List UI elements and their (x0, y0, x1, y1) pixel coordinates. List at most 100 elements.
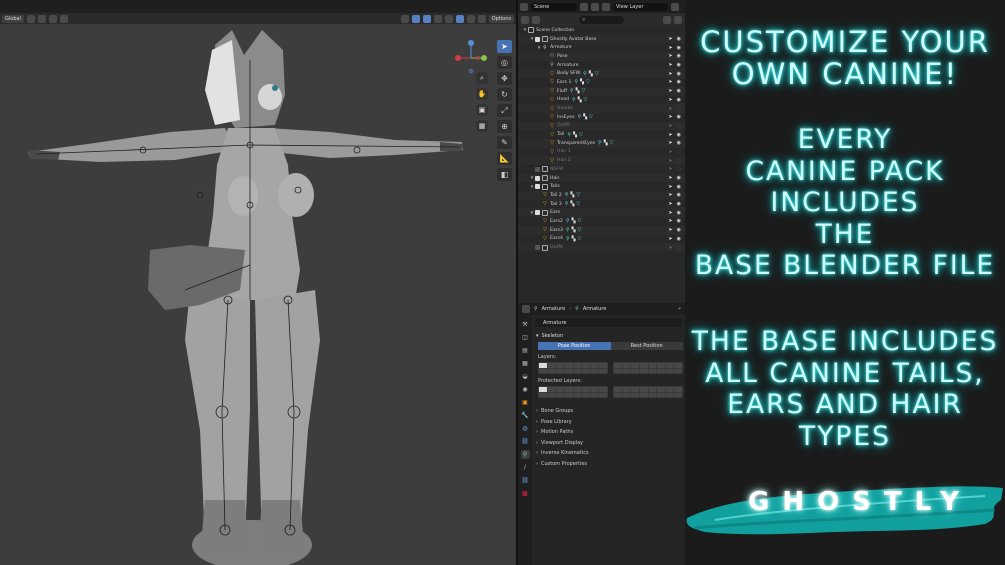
outliner-row[interactable]: ▽ Hoodie ➤ ◌ (518, 104, 685, 113)
outliner-row[interactable]: ▽ Head ⚲ ▚ ▽ ➤ ◉ (518, 96, 685, 105)
camera-view-icon[interactable]: ▣ (476, 104, 488, 116)
select-toggle-icon[interactable]: ➤ (668, 218, 672, 224)
outliner-row[interactable]: ▾ ⚲ Armature ➤ ◉ (518, 43, 685, 52)
eye-icon[interactable]: ◉ (677, 88, 681, 94)
bone-layers-grid[interactable] (538, 362, 685, 374)
select-toggle-icon[interactable]: ➤ (668, 45, 672, 51)
mesh-data-icon[interactable]: ▽ (586, 79, 590, 85)
render-tab-icon[interactable]: ◫ (521, 333, 530, 342)
eye-icon[interactable]: ◉ (677, 192, 681, 198)
transform-icon[interactable]: ⊕ (497, 120, 512, 133)
outliner-row[interactable]: ▽ Ears3 ⚲ ▚ ▽ ➤ ◉ (518, 225, 685, 235)
vertex-groups-icon[interactable]: ▚ (580, 79, 584, 85)
eye-icon[interactable]: ◉ (677, 227, 681, 233)
select-toggle-icon[interactable]: ➤ (668, 149, 672, 155)
armature-modifier-icon[interactable]: ⚲ (583, 71, 587, 77)
vertex-groups-icon[interactable]: ▚ (572, 236, 576, 242)
panel-header[interactable]: › Pose Library (532, 417, 685, 428)
eye-icon[interactable]: ◉ (677, 114, 681, 120)
outliner-row[interactable]: ▽ Fluff ⚲ ▚ ▽ ➤ ◉ (518, 86, 685, 96)
outliner-row[interactable]: ▽ Ears2 ⚲ ▚ ▽ ➤ ◉ (518, 217, 685, 226)
armature-modifier-icon[interactable]: ⚲ (566, 227, 570, 233)
vertex-groups-icon[interactable]: ▚ (578, 97, 582, 103)
mesh-data-icon[interactable]: ▽ (577, 236, 581, 242)
select-toggle-icon[interactable]: ➤ (668, 114, 672, 120)
armature-modifier-icon[interactable]: ⚲ (572, 97, 576, 103)
panel-header[interactable]: › Custom Properties (532, 459, 685, 470)
armature-modifier-icon[interactable]: ⚲ (567, 132, 571, 138)
armature-modifier-icon[interactable]: ⚲ (566, 236, 570, 242)
eye-icon[interactable]: ◉ (677, 97, 681, 103)
mesh-data-icon[interactable]: ▽ (579, 132, 583, 138)
outliner-row[interactable]: ▽ Tail ⚲ ▚ ▽ ➤ ◉ (518, 130, 685, 139)
eye-icon[interactable]: ◉ (677, 218, 681, 224)
outliner-row[interactable]: ▽ Ears4 ⚲ ▚ ▽ ➤ ◉ (518, 235, 685, 244)
outliner-row[interactable]: ▽ Hair 1 ➤ ◌ (518, 148, 685, 157)
vertex-groups-icon[interactable]: ▚ (583, 114, 587, 120)
outliner-row[interactable]: ▽ Tail 3 ⚲ ▚ ▽ ➤ ◉ (518, 200, 685, 209)
armature-modifier-icon[interactable]: ⚲ (566, 218, 570, 224)
layer-block-left[interactable] (538, 362, 608, 374)
exclude-checkbox[interactable] (535, 184, 540, 190)
armature-modifier-icon[interactable]: ⚲ (570, 88, 574, 94)
mesh-data-icon[interactable]: ▽ (582, 88, 586, 94)
texture-tab-icon[interactable]: ▩ (521, 489, 530, 498)
outliner-row[interactable]: ▾ Hair ➤ ◉ (518, 173, 685, 183)
armature-modifier-icon[interactable]: ⚲ (565, 192, 569, 198)
outliner-row[interactable]: ▾ Ghostly Avatar Base ➤ ◉ (518, 34, 685, 44)
eye-hidden-icon[interactable]: ◌ (677, 166, 681, 172)
select-toggle-icon[interactable]: ➤ (668, 79, 672, 85)
mesh-data-icon[interactable]: ▽ (577, 218, 581, 224)
view-layer-icon[interactable] (602, 2, 610, 11)
eye-icon[interactable]: ◉ (677, 45, 681, 51)
outliner-row[interactable]: Outfit ➤ ◌ (518, 243, 685, 252)
eye-hidden-icon[interactable]: ◌ (677, 158, 681, 164)
world-tab-icon[interactable]: ◉ (521, 385, 530, 394)
measure-icon[interactable]: 📐 (497, 152, 512, 165)
scale-icon[interactable]: ⤢ (497, 104, 512, 117)
exclude-checkbox[interactable] (535, 166, 540, 172)
eye-icon[interactable]: ◉ (677, 53, 681, 59)
mesh-data-icon[interactable]: ▽ (595, 71, 599, 77)
select-toggle-icon[interactable]: ➤ (668, 227, 672, 233)
select-toggle-icon[interactable]: ➤ (668, 71, 672, 77)
new-scene-icon[interactable] (580, 2, 588, 11)
outliner-row[interactable]: ▽ Hair 2 ➤ ◌ (518, 156, 685, 165)
outliner-row[interactable]: ▽ Outfit ➤ ◌ (518, 121, 685, 131)
eye-icon[interactable]: ◉ (677, 132, 681, 138)
modifier-tab-icon[interactable]: 🔧 (521, 411, 530, 420)
eye-hidden-icon[interactable]: ◌ (677, 245, 681, 251)
eye-hidden-icon[interactable]: ◌ (677, 123, 681, 129)
view-layer-tab-icon[interactable]: ▦ (521, 359, 530, 368)
select-toggle-icon[interactable]: ➤ (668, 97, 672, 103)
eye-icon[interactable]: ◉ (677, 36, 681, 42)
eye-hidden-icon[interactable]: ◌ (677, 106, 681, 112)
outliner-row[interactable]: ▽ InsEyes ⚲ ▚ ▽ ➤ ◉ (518, 113, 685, 122)
armature-data-tab-icon[interactable]: ⚲ (520, 450, 530, 459)
exclude-checkbox[interactable] (535, 245, 540, 251)
scene-icon[interactable] (520, 2, 528, 11)
select-toggle-icon[interactable]: ➤ (668, 36, 672, 42)
new-view-layer-icon[interactable] (671, 2, 679, 11)
outliner-row[interactable]: ▾ Scene Collection (518, 26, 685, 35)
select-toggle-icon[interactable]: ➤ (668, 184, 672, 190)
protected-block-left[interactable] (538, 386, 608, 398)
outliner-row[interactable]: ▾ Tails ➤ ◉ (518, 182, 685, 191)
armature-modifier-icon[interactable]: ⚲ (574, 79, 578, 85)
eye-icon[interactable]: ◉ (677, 184, 681, 190)
select-toggle-icon[interactable]: ➤ (668, 53, 672, 59)
mesh-data-icon[interactable]: ▽ (577, 227, 581, 233)
outliner-row[interactable]: ▽ Body SFW ⚲ ▚ ▽ ➤ ◉ (518, 69, 685, 79)
select-toggle-icon[interactable]: ➤ (668, 210, 672, 216)
skeleton-section-header[interactable]: ▾ Skeleton (532, 331, 685, 340)
delete-scene-icon[interactable] (591, 2, 599, 11)
vertex-groups-icon[interactable]: ▚ (589, 71, 593, 77)
layer-block-right[interactable] (613, 362, 683, 374)
protected-block-right[interactable] (613, 386, 683, 398)
bone-constraints-tab-icon[interactable]: ⛓ (521, 476, 530, 485)
rotate-icon[interactable]: ↻ (497, 88, 512, 101)
vertex-groups-icon[interactable]: ▚ (576, 88, 580, 94)
pan-hand-icon[interactable]: ✋ (476, 88, 488, 100)
outliner-row[interactable]: ⚲ Armature ➤ ◉ (518, 61, 685, 70)
vertex-groups-icon[interactable]: ▚ (604, 140, 608, 146)
